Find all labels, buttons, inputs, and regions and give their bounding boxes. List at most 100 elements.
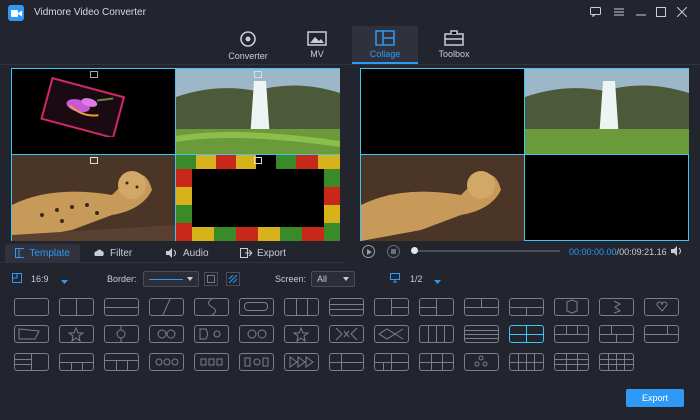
minimize-icon[interactable] bbox=[633, 4, 649, 20]
seek-handle[interactable] bbox=[411, 247, 418, 254]
collage-preview-pane bbox=[360, 68, 689, 241]
cell-divider-horizontal[interactable] bbox=[12, 154, 340, 155]
template-20[interactable] bbox=[194, 325, 229, 343]
tab-mv[interactable]: MV bbox=[286, 26, 348, 64]
converter-icon bbox=[240, 31, 256, 47]
template-29[interactable] bbox=[599, 325, 634, 343]
border-style-select[interactable] bbox=[143, 271, 199, 287]
template-39[interactable] bbox=[374, 353, 409, 371]
stop-icon bbox=[391, 249, 396, 254]
aspect-ratio-icon bbox=[12, 273, 22, 286]
template-8[interactable] bbox=[329, 298, 364, 316]
template-17[interactable] bbox=[59, 325, 94, 343]
volume-icon[interactable] bbox=[671, 246, 683, 259]
template-26[interactable] bbox=[464, 325, 499, 343]
collage-cell-1[interactable] bbox=[12, 69, 175, 154]
collage-cell-3[interactable] bbox=[12, 155, 175, 241]
template-43[interactable] bbox=[554, 353, 589, 371]
template-25[interactable] bbox=[419, 325, 454, 343]
template-7[interactable] bbox=[284, 298, 319, 316]
template-41[interactable] bbox=[464, 353, 499, 371]
template-22[interactable] bbox=[284, 325, 319, 343]
clip-handle-icon[interactable] bbox=[254, 71, 262, 78]
close-icon[interactable] bbox=[674, 4, 690, 20]
leopard-clip bbox=[12, 155, 175, 241]
tab-toolbox[interactable]: Toolbox bbox=[423, 26, 485, 64]
clip-handle-icon[interactable] bbox=[254, 157, 262, 164]
aspect-ratio-dropdown-icon[interactable] bbox=[61, 276, 68, 287]
template-16[interactable] bbox=[14, 325, 49, 343]
monitor-icon bbox=[390, 273, 400, 286]
template-icon bbox=[15, 248, 25, 258]
template-12[interactable] bbox=[509, 298, 544, 316]
template-36[interactable] bbox=[239, 353, 274, 371]
template-13[interactable] bbox=[554, 298, 589, 316]
play-button[interactable] bbox=[362, 245, 375, 258]
tab-filter[interactable]: Filter bbox=[93, 244, 132, 262]
page-dropdown-icon[interactable] bbox=[434, 276, 441, 287]
template-24[interactable] bbox=[374, 325, 409, 343]
stop-button[interactable] bbox=[387, 245, 400, 258]
template-10[interactable] bbox=[419, 298, 454, 316]
template-21[interactable] bbox=[239, 325, 274, 343]
time-display: 00:00:00.00 / 00:09:21.16 bbox=[569, 247, 667, 257]
template-18[interactable] bbox=[104, 325, 139, 343]
puzzle-frame-clip bbox=[176, 155, 340, 241]
border-label: Border: bbox=[107, 274, 137, 284]
menu-icon[interactable] bbox=[611, 4, 627, 20]
border-grid-button[interactable] bbox=[204, 272, 218, 286]
template-31[interactable] bbox=[14, 353, 49, 371]
collage-icon bbox=[375, 30, 395, 46]
hatch-icon bbox=[229, 275, 237, 283]
template-19[interactable] bbox=[149, 325, 184, 343]
seek-bar[interactable] bbox=[412, 250, 560, 252]
tab-collage-label: Collage bbox=[369, 49, 401, 59]
tab-audio[interactable]: Audio bbox=[166, 244, 209, 262]
template-32[interactable] bbox=[59, 353, 94, 371]
template-4[interactable] bbox=[149, 298, 184, 316]
template-3[interactable] bbox=[104, 298, 139, 316]
template-1[interactable] bbox=[14, 298, 49, 316]
feedback-icon[interactable] bbox=[587, 4, 603, 20]
tab-audio-label: Audio bbox=[183, 247, 209, 259]
nav-divider bbox=[0, 64, 700, 65]
tab-export[interactable]: Export bbox=[240, 244, 286, 262]
template-34[interactable] bbox=[149, 353, 184, 371]
template-15[interactable] bbox=[644, 298, 679, 316]
template-38[interactable] bbox=[329, 353, 364, 371]
template-11[interactable] bbox=[464, 298, 499, 316]
template-23[interactable] bbox=[329, 325, 364, 343]
clip-handle-icon[interactable] bbox=[90, 71, 98, 78]
aspect-ratio-value[interactable]: 16:9 bbox=[31, 274, 49, 284]
template-35[interactable] bbox=[194, 353, 229, 371]
template-14[interactable] bbox=[599, 298, 634, 316]
template-33[interactable] bbox=[104, 353, 139, 371]
maximize-icon[interactable] bbox=[653, 4, 669, 20]
tab-toolbox-label: Toolbox bbox=[438, 49, 470, 59]
tab-template[interactable]: Template bbox=[5, 244, 80, 262]
tab-collage[interactable]: Collage bbox=[352, 26, 418, 64]
template-5[interactable] bbox=[194, 298, 229, 316]
audio-icon bbox=[166, 248, 176, 258]
template-30[interactable] bbox=[644, 325, 679, 343]
cell-divider-vertical[interactable] bbox=[175, 69, 176, 241]
template-37[interactable] bbox=[284, 353, 319, 371]
collage-cell-4[interactable] bbox=[176, 155, 340, 241]
template-9[interactable] bbox=[374, 298, 409, 316]
template-40[interactable] bbox=[419, 353, 454, 371]
chevron-down-icon bbox=[343, 277, 349, 281]
template-27-selected[interactable] bbox=[509, 325, 544, 343]
template-44[interactable] bbox=[599, 353, 634, 371]
border-pattern-button[interactable] bbox=[226, 272, 240, 286]
template-2[interactable] bbox=[59, 298, 94, 316]
collage-cell-2[interactable] bbox=[176, 69, 340, 154]
collage-editor-pane[interactable] bbox=[11, 68, 340, 241]
clip-handle-icon[interactable] bbox=[90, 157, 98, 164]
tab-mv-label: MV bbox=[310, 49, 324, 59]
template-28[interactable] bbox=[554, 325, 589, 343]
export-button[interactable]: Export bbox=[626, 389, 684, 407]
template-6[interactable] bbox=[239, 298, 274, 316]
screen-select[interactable]: All bbox=[311, 271, 355, 287]
template-42[interactable] bbox=[509, 353, 544, 371]
tab-converter[interactable]: Converter bbox=[217, 26, 279, 64]
